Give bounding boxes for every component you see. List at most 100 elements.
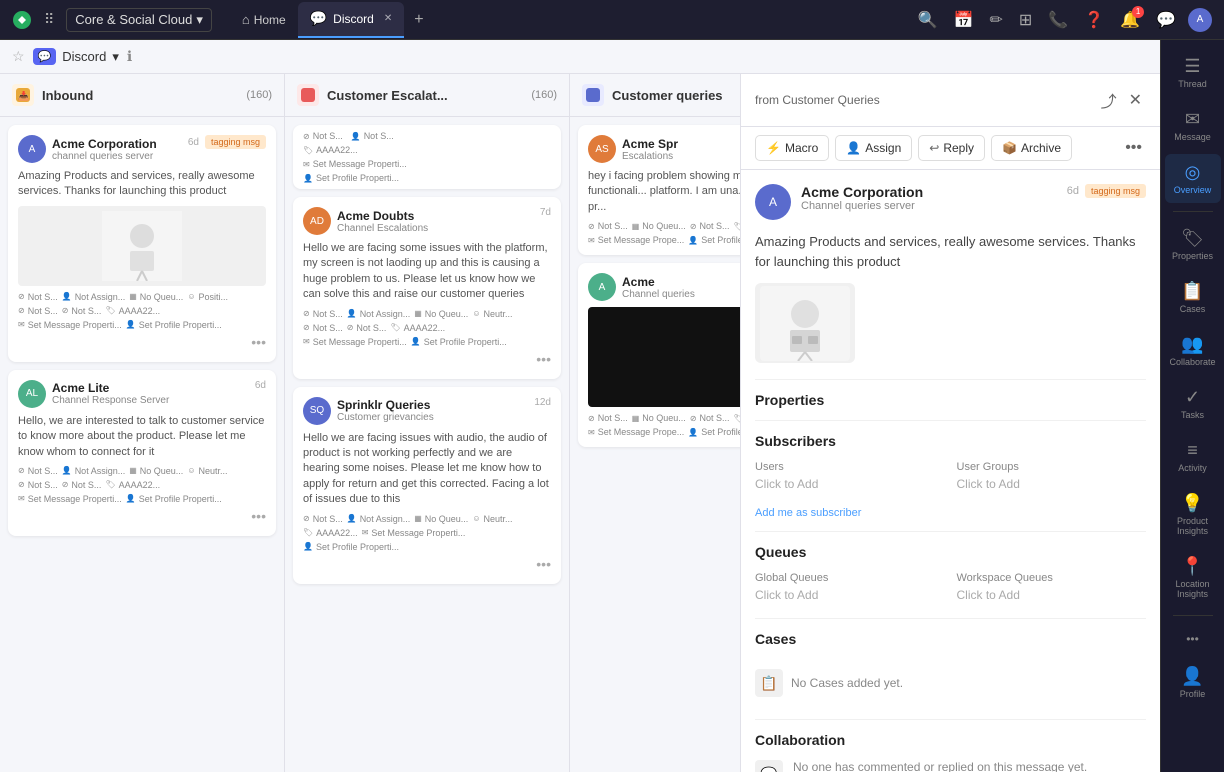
card-acme-spr[interactable]: AS Acme Spr Escalations hey i facing pro… <box>578 125 740 255</box>
card-acme-corp-image <box>18 206 266 286</box>
macro-button[interactable]: ⚡ Macro <box>755 135 829 161</box>
collaboration-content: No one has commented or replied on this … <box>793 760 1087 772</box>
workspace-queues-label: Workspace Queues <box>957 572 1147 584</box>
reply-button[interactable]: ↩ Reply <box>918 135 985 161</box>
card-acme-spr-body: hey i facing problem showing me please a… <box>588 169 740 215</box>
bell-icon[interactable]: 🔔 1 <box>1116 6 1144 34</box>
card-acme-doubts-more[interactable]: ••• <box>536 351 551 367</box>
phone-icon[interactable]: 📞 <box>1044 6 1072 34</box>
home-tab[interactable]: ⌂ Home <box>232 2 296 38</box>
sidebar-item-collaborate[interactable]: 👥 Collaborate <box>1165 326 1221 375</box>
profile-icon: 👤 <box>1181 666 1203 687</box>
detail-panel-actions: ⤴ ✕ <box>1097 84 1146 116</box>
message-sidebar-label: Message <box>1174 132 1211 142</box>
sidebar-item-location-insights[interactable]: 📍 Location Insights <box>1165 548 1221 607</box>
tasks-sidebar-label: Tasks <box>1181 410 1204 420</box>
close-button[interactable]: ✕ <box>1125 86 1146 114</box>
detail-toolbar: ⚡ Macro 👤 Assign ↩ Reply 📦 <box>741 127 1160 170</box>
sidebar-item-cases[interactable]: 📋 Cases <box>1165 273 1221 322</box>
overview-icon: ◎ <box>1185 162 1201 183</box>
user-groups-placeholder[interactable]: Click to Add <box>957 477 1147 491</box>
sidebar-item-message[interactable]: ✉ Message <box>1165 101 1221 150</box>
sidebar-item-profile[interactable]: 👤 Profile <box>1165 658 1221 707</box>
card-acme-lite-more[interactable]: ••• <box>251 508 266 524</box>
card-acme-doubts[interactable]: AD Acme Doubts Channel Escalations 7d He… <box>293 197 561 379</box>
card-acme-spr-channel: Escalations <box>622 151 678 162</box>
card-acme-header: A Acme Channel queries <box>588 273 740 301</box>
cases-icon: 📋 <box>1181 281 1203 302</box>
sidebar-item-properties[interactable]: 🏷 Properties <box>1165 220 1221 269</box>
user-groups-group: User Groups Click to Add <box>957 461 1147 491</box>
card-acme-corp-time: 6d <box>188 137 199 148</box>
sidebar-item-more[interactable]: ••• <box>1165 624 1221 654</box>
user-avatar[interactable]: A <box>1188 8 1212 32</box>
detail-message-badge: tagging msg <box>1085 184 1146 198</box>
grid-icon[interactable]: ⠿ <box>40 7 58 32</box>
channel-info-button[interactable]: ℹ <box>127 48 132 65</box>
card-acme-name: Acme <box>622 275 695 289</box>
share-button[interactable]: ⤴ <box>1097 84 1121 116</box>
detail-message-image <box>755 283 855 363</box>
discord-tab-close[interactable]: ✕ <box>384 13 392 24</box>
card-acme-corp-meta: ⊘Not S... 👤Not Assign... ▦No Queu... ☺Po… <box>18 292 266 330</box>
card-acme-corp[interactable]: A Acme Corporation channel queries serve… <box>8 125 276 362</box>
card-sprinklr-queries[interactable]: SQ Sprinklr Queries Customer grievancies… <box>293 387 561 584</box>
workspace-queues-placeholder[interactable]: Click to Add <box>957 588 1147 602</box>
detail-message-info: Acme Corporation Channel queries server <box>801 184 1057 212</box>
nav-right: 🔍 📅 ✏ ⊞ 📞 ❓ 🔔 1 💬 A <box>914 6 1212 34</box>
global-queues-group: Global Queues Click to Add <box>755 572 945 602</box>
card-acme-corp-more[interactable]: ••• <box>251 334 266 350</box>
card-acme-doubts-info: Acme Doubts Channel Escalations <box>337 209 428 234</box>
card-acme-spr-avatar: AS <box>588 135 616 163</box>
sidebar-item-overview[interactable]: ◎ Overview <box>1165 154 1221 203</box>
global-queues-placeholder[interactable]: Click to Add <box>755 588 945 602</box>
card-acme-doubts-body: Hello we are facing some issues with the… <box>303 241 551 303</box>
customer-queries-column-icon <box>582 84 604 106</box>
activity-icon: ≡ <box>1187 440 1198 461</box>
card-escalations-top[interactable]: ⊘Not S... 👤Not S... 🏷AAAA22... ✉Set Mess… <box>293 125 561 189</box>
meta-queue: ▦No Queu... <box>129 292 183 302</box>
users-group: Users Click to Add <box>755 461 945 491</box>
apps-icon[interactable]: ⊞ <box>1015 6 1036 34</box>
toolbar-more-button[interactable]: ••• <box>1121 135 1146 161</box>
archive-button[interactable]: 📦 Archive <box>991 135 1072 161</box>
search-icon[interactable]: 🔍 <box>914 6 942 34</box>
sidebar-item-product-insights[interactable]: 💡 Product Insights <box>1165 485 1221 544</box>
edit-icon[interactable]: ✏ <box>986 6 1007 34</box>
chat-icon[interactable]: 💬 <box>1152 6 1180 34</box>
card-sprinklr-queries-more[interactable]: ••• <box>536 556 551 572</box>
help-icon[interactable]: ❓ <box>1080 6 1108 34</box>
card-acme-sender: A Acme Channel queries <box>588 273 695 301</box>
overview-label: Overview <box>1174 185 1212 195</box>
assign-button[interactable]: 👤 Assign <box>835 135 912 161</box>
discord-tab[interactable]: 💬 Discord ✕ <box>298 2 405 38</box>
sidebar-item-thread[interactable]: ☰ Thread <box>1165 48 1221 97</box>
add-tab-button[interactable]: + <box>406 7 431 33</box>
product-insights-icon: 💡 <box>1181 493 1203 514</box>
sidebar-item-tasks[interactable]: ✓ Tasks <box>1165 379 1221 428</box>
reply-icon: ↩ <box>929 141 939 155</box>
users-placeholder[interactable]: Click to Add <box>755 477 945 491</box>
reply-label: Reply <box>943 141 974 155</box>
calendar-icon[interactable]: 📅 <box>950 6 978 34</box>
properties-icon: 🏷 <box>1181 228 1204 249</box>
divider-5 <box>755 719 1146 720</box>
card-acme[interactable]: A Acme Channel queries <box>578 263 740 447</box>
workspace-queues-group: Workspace Queues Click to Add <box>957 572 1147 602</box>
card-acme-corp-channel: channel queries server <box>52 151 157 162</box>
divider-4 <box>755 618 1146 619</box>
column-inbound-header: 📥 Inbound (160) <box>0 74 284 117</box>
inbound-column-body: A Acme Corporation channel queries serve… <box>0 117 284 772</box>
channel-chevron[interactable]: ▾ <box>112 49 119 65</box>
star-button[interactable]: ☆ <box>12 48 25 65</box>
card-sprinklr-queries-name: Sprinklr Queries <box>337 398 434 412</box>
brand-dropdown[interactable]: Core & Social Cloud ▾ <box>66 8 212 32</box>
card-acme-lite[interactable]: AL Acme Lite Channel Response Server 6d … <box>8 370 276 536</box>
add-me-subscriber-link[interactable]: Add me as subscriber <box>755 507 1146 519</box>
collaborate-icon: 👥 <box>1181 334 1203 355</box>
sidebar-item-activity[interactable]: ≡ Activity <box>1165 432 1221 481</box>
channel-header: ☆ 💬 Discord ▾ ℹ <box>0 40 1160 74</box>
card-acme-spr-name: Acme Spr <box>622 137 678 151</box>
card-acme-corp-body: Amazing Products and services, really aw… <box>18 169 266 200</box>
card-acme-info: Acme Channel queries <box>622 275 695 300</box>
